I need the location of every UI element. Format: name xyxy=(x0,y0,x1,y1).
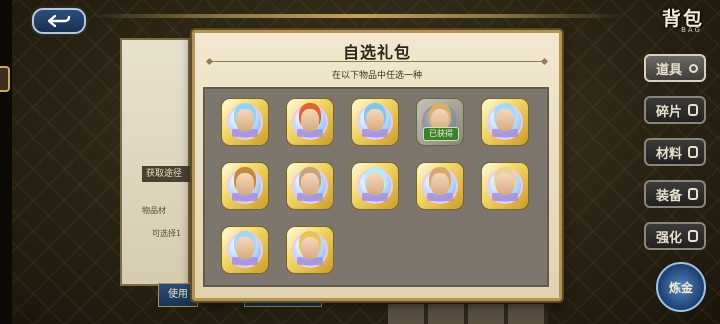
gift-item-12[interactable] xyxy=(287,227,333,273)
hero-portrait-icon xyxy=(236,173,254,195)
choice-gift-dialog: 自选礼包 在以下物品中任选一种 已获得 xyxy=(192,30,562,301)
alchemy-button[interactable]: 炼金 xyxy=(656,262,706,312)
gift-item-6[interactable] xyxy=(222,163,268,209)
tab-enhance-label: 强化 xyxy=(656,230,683,246)
hero-portrait-icon xyxy=(496,173,514,195)
tab-fragments-label: 碎片 xyxy=(656,104,683,120)
item-bag-icon xyxy=(689,63,698,73)
alchemy-label: 炼金 xyxy=(668,280,693,295)
gift-item-10[interactable] xyxy=(482,163,528,209)
hero-portrait-icon xyxy=(301,173,319,195)
material-icon xyxy=(688,146,698,158)
hero-portrait-icon xyxy=(301,237,319,259)
gift-item-8[interactable] xyxy=(352,163,398,209)
tab-equipment[interactable]: 装备 xyxy=(644,180,706,208)
hero-portrait-icon xyxy=(236,109,254,131)
gift-item-2[interactable] xyxy=(287,99,333,145)
hero-portrait-icon xyxy=(301,109,319,131)
source-label: 获取途径 xyxy=(142,166,196,182)
page-subtitle: BAG xyxy=(681,26,702,34)
dialog-instruction: 在以下物品中任选一种 xyxy=(331,71,422,81)
gift-item-7[interactable] xyxy=(287,163,333,209)
hero-portrait-icon xyxy=(236,237,254,259)
gift-item-11[interactable] xyxy=(222,227,268,273)
hero-portrait-icon xyxy=(366,109,384,131)
tab-enhance[interactable]: 强化 xyxy=(644,222,706,250)
gift-item-5[interactable] xyxy=(482,99,528,145)
equipment-icon xyxy=(688,188,698,200)
title-divider xyxy=(209,61,545,62)
tab-fragments[interactable]: 碎片 xyxy=(644,96,706,124)
tab-materials[interactable]: 材料 xyxy=(644,138,706,166)
enhance-icon xyxy=(688,230,698,242)
hero-portrait-icon xyxy=(431,173,449,195)
gift-item-4[interactable]: 已获得 xyxy=(417,99,463,145)
gift-item-9[interactable] xyxy=(417,163,463,209)
back-arrow-icon xyxy=(47,14,71,28)
gift-item-1[interactable] xyxy=(222,99,268,145)
dialog-title: 自选礼包 xyxy=(342,43,411,62)
tab-materials-label: 材料 xyxy=(656,146,683,162)
left-drawer-handle[interactable] xyxy=(0,66,10,92)
tab-items[interactable]: 道具 xyxy=(644,54,706,82)
inventory-row-peek xyxy=(388,304,548,324)
hero-portrait-icon xyxy=(366,173,384,195)
tab-equipment-label: 装备 xyxy=(656,188,683,204)
item-detail-panel xyxy=(120,38,190,286)
tab-items-label: 道具 xyxy=(656,62,683,78)
left-edge xyxy=(0,0,12,324)
item-grid: 已获得 xyxy=(203,87,549,287)
fragment-icon xyxy=(688,104,698,116)
item-material-line: 物品材 xyxy=(142,206,166,215)
top-rail xyxy=(90,14,625,18)
gift-item-3[interactable] xyxy=(352,99,398,145)
owned-badge: 已获得 xyxy=(423,127,459,141)
hero-portrait-icon xyxy=(496,109,514,131)
select-line: 可选择1 xyxy=(152,229,182,238)
back-button[interactable] xyxy=(32,8,86,34)
